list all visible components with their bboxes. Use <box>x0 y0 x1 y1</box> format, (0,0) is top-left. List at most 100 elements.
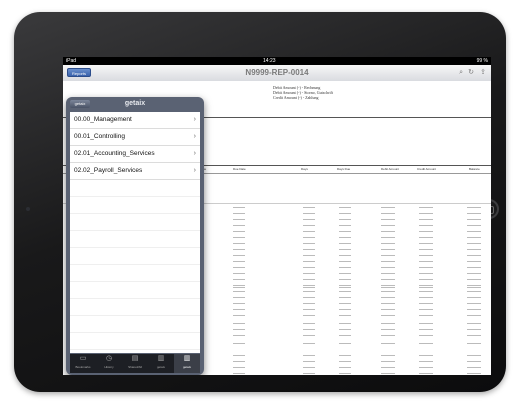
report-cell <box>339 231 351 232</box>
report-cell <box>419 225 433 226</box>
report-cell <box>381 291 395 292</box>
report-cell <box>339 297 351 298</box>
tab-label: Bookmarks <box>75 365 91 369</box>
report-cell <box>339 279 351 280</box>
empty-row <box>70 197 200 214</box>
tab-getaix[interactable]: ▥ getaix <box>148 354 174 373</box>
folder-list: 00.00_Management › 00.01_Controlling › 0… <box>70 112 200 353</box>
report-cell <box>381 329 395 330</box>
report-cell <box>303 255 315 256</box>
report-cell <box>233 335 245 336</box>
report-cell <box>233 343 245 344</box>
tab-getaix-active[interactable]: ▥ getaix <box>174 354 200 373</box>
report-cell <box>303 367 315 368</box>
report-cell <box>381 297 395 298</box>
report-cell <box>303 273 315 274</box>
report-cell <box>233 207 245 208</box>
report-cell <box>339 261 351 262</box>
report-cell <box>339 309 351 310</box>
report-cell <box>303 309 315 310</box>
report-cell <box>381 267 395 268</box>
report-cell <box>303 297 315 298</box>
report-cell <box>233 261 245 262</box>
report-cell <box>339 213 351 214</box>
share-icon[interactable]: ⇪ <box>480 68 486 77</box>
refresh-icon[interactable]: ↻ <box>468 68 474 77</box>
tab-label: Shared/All <box>128 365 142 369</box>
empty-row <box>70 231 200 248</box>
folder-item[interactable]: 00.00_Management › <box>70 112 200 129</box>
report-cell <box>467 297 481 298</box>
report-cell <box>381 303 395 304</box>
report-cell <box>467 255 481 256</box>
report-cell <box>303 291 315 292</box>
column-header: Due Date <box>233 167 246 171</box>
folder-label: 02.02_Payroll_Services <box>74 167 143 174</box>
report-cell <box>233 291 245 292</box>
column-header: Days Due <box>337 167 351 171</box>
tab-label: getaix <box>156 365 165 369</box>
report-cell <box>467 309 481 310</box>
time-label: 14:23 <box>263 58 276 64</box>
report-cell <box>303 249 315 250</box>
report-cell <box>303 267 315 268</box>
report-cell <box>339 287 351 288</box>
report-cell <box>339 249 351 250</box>
report-cell <box>419 287 433 288</box>
search-icon[interactable]: ⌕ <box>459 68 463 77</box>
tab-bookmarks[interactable]: ▭ Bookmarks <box>70 354 96 373</box>
report-cell <box>233 213 245 214</box>
report-cell <box>339 291 351 292</box>
empty-row <box>70 299 200 316</box>
report-legend: Debit Amount (-) - Rechnung Debit Amount… <box>273 85 333 100</box>
report-cell <box>233 355 245 356</box>
popover-title: getaix <box>124 100 146 107</box>
tab-shared[interactable]: ▤ Shared/All <box>122 354 148 373</box>
report-cell <box>419 343 433 344</box>
report-cell <box>233 367 245 368</box>
report-cell <box>339 237 351 238</box>
folder-item[interactable]: 00.01_Controlling › <box>70 129 200 146</box>
report-cell <box>381 219 395 220</box>
report-cell <box>303 355 315 356</box>
report-cell <box>467 355 481 356</box>
chevron-right-icon: › <box>193 133 196 140</box>
report-cell <box>467 335 481 336</box>
report-cell <box>303 287 315 288</box>
folder-item[interactable]: 02.01_Accounting_Services › <box>70 146 200 163</box>
report-cell <box>381 249 395 250</box>
report-cell <box>303 261 315 262</box>
folder-item[interactable]: 02.02_Payroll_Services › <box>70 163 200 180</box>
empty-row <box>70 248 200 265</box>
empty-row <box>70 316 200 333</box>
tab-history[interactable]: ◷ History <box>96 354 122 373</box>
chevron-right-icon: › <box>193 116 196 123</box>
battery-label: 99 % <box>476 58 488 64</box>
empty-row <box>70 282 200 299</box>
report-cell <box>381 207 395 208</box>
report-cell <box>339 315 351 316</box>
report-cell <box>339 323 351 324</box>
report-cell <box>233 323 245 324</box>
report-cell <box>467 373 481 374</box>
report-cell <box>381 309 395 310</box>
status-bar: iPad 14:23 99 % <box>63 57 491 65</box>
report-cell <box>303 243 315 244</box>
report-cell <box>339 303 351 304</box>
folder-icon: ▤ <box>131 355 139 362</box>
report-cell <box>303 361 315 362</box>
report-cell <box>303 213 315 214</box>
camera <box>26 207 30 211</box>
report-cell <box>419 213 433 214</box>
report-cell <box>467 279 481 280</box>
folder-label: 00.00_Management <box>74 116 132 123</box>
report-cell <box>467 343 481 344</box>
report-cell <box>419 255 433 256</box>
report-cell <box>419 231 433 232</box>
report-cell <box>381 213 395 214</box>
report-cell <box>419 303 433 304</box>
report-cell <box>303 303 315 304</box>
report-cell <box>381 361 395 362</box>
tab-bar: ▭ Bookmarks ◷ History ▤ Shared/All ▥ get… <box>70 354 200 373</box>
column-header: Debit Amount <box>381 167 400 171</box>
